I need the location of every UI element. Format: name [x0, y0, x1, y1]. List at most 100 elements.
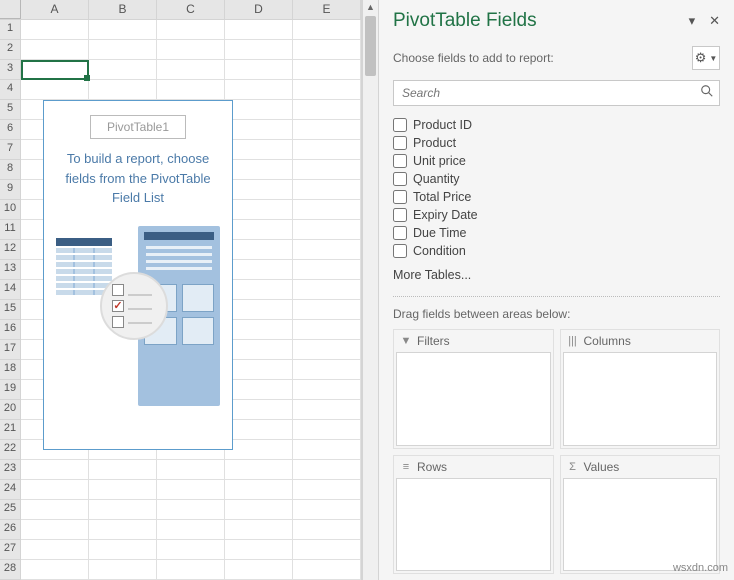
row-header[interactable]: 20 — [0, 400, 21, 420]
cell[interactable] — [89, 460, 157, 480]
row-header[interactable]: 24 — [0, 480, 21, 500]
field-item[interactable]: Total Price — [393, 188, 720, 206]
field-item[interactable]: Product — [393, 134, 720, 152]
pivottable-placeholder[interactable]: PivotTable1 To build a report, choose fi… — [43, 100, 233, 450]
row-header[interactable]: 7 — [0, 140, 21, 160]
cell[interactable] — [225, 560, 293, 580]
row-header[interactable]: 21 — [0, 420, 21, 440]
row-header[interactable]: 9 — [0, 180, 21, 200]
cell[interactable] — [157, 480, 225, 500]
cell[interactable] — [293, 420, 361, 440]
cell[interactable] — [225, 380, 293, 400]
pane-menu-icon[interactable]: ▾ — [689, 13, 696, 29]
field-item[interactable]: Condition — [393, 242, 720, 260]
cell[interactable] — [293, 240, 361, 260]
more-tables-link[interactable]: More Tables... — [393, 260, 720, 286]
cell[interactable] — [225, 120, 293, 140]
cell[interactable] — [293, 460, 361, 480]
field-item[interactable]: Unit price — [393, 152, 720, 170]
cell[interactable] — [21, 20, 89, 40]
cell[interactable] — [225, 260, 293, 280]
cell[interactable] — [293, 40, 361, 60]
cell[interactable] — [21, 60, 89, 80]
cell[interactable] — [89, 520, 157, 540]
cell[interactable] — [293, 320, 361, 340]
field-checkbox[interactable] — [393, 136, 407, 150]
column-header[interactable]: A — [21, 0, 89, 19]
cell[interactable] — [293, 400, 361, 420]
cell[interactable] — [225, 320, 293, 340]
cell[interactable] — [89, 40, 157, 60]
cell[interactable] — [157, 520, 225, 540]
cell[interactable] — [225, 300, 293, 320]
cell[interactable] — [21, 520, 89, 540]
row-header[interactable]: 23 — [0, 460, 21, 480]
cell[interactable] — [293, 340, 361, 360]
row-header[interactable]: 18 — [0, 360, 21, 380]
field-item[interactable]: Due Time — [393, 224, 720, 242]
row-header[interactable]: 12 — [0, 240, 21, 260]
cell[interactable] — [293, 300, 361, 320]
cell[interactable] — [225, 540, 293, 560]
field-checkbox[interactable] — [393, 208, 407, 222]
filters-area[interactable]: ▼Filters — [393, 329, 554, 449]
cell[interactable] — [225, 420, 293, 440]
cell[interactable] — [89, 480, 157, 500]
cell[interactable] — [225, 480, 293, 500]
cell[interactable] — [293, 180, 361, 200]
row-header[interactable]: 4 — [0, 80, 21, 100]
cell[interactable] — [157, 60, 225, 80]
cell[interactable] — [293, 520, 361, 540]
cell[interactable] — [89, 60, 157, 80]
row-header[interactable]: 8 — [0, 160, 21, 180]
cell[interactable] — [225, 200, 293, 220]
select-all-corner[interactable] — [0, 0, 21, 19]
cell[interactable] — [21, 460, 89, 480]
row-header[interactable]: 5 — [0, 100, 21, 120]
row-header[interactable]: 19 — [0, 380, 21, 400]
cell[interactable] — [225, 340, 293, 360]
field-item[interactable]: Expiry Date — [393, 206, 720, 224]
cell[interactable] — [21, 40, 89, 60]
field-item[interactable]: Quantity — [393, 170, 720, 188]
cell[interactable] — [293, 500, 361, 520]
cell[interactable] — [293, 100, 361, 120]
field-checkbox[interactable] — [393, 118, 407, 132]
columns-area[interactable]: |||Columns — [560, 329, 721, 449]
cell[interactable] — [293, 140, 361, 160]
cell[interactable] — [157, 500, 225, 520]
cell[interactable] — [293, 20, 361, 40]
cell[interactable] — [225, 80, 293, 100]
cell[interactable] — [225, 160, 293, 180]
cell[interactable] — [293, 440, 361, 460]
row-header[interactable]: 11 — [0, 220, 21, 240]
search-input[interactable] — [393, 80, 720, 106]
cell[interactable] — [225, 100, 293, 120]
cell[interactable] — [293, 380, 361, 400]
close-icon[interactable]: ✕ — [709, 13, 720, 29]
cell[interactable] — [225, 400, 293, 420]
column-header[interactable]: B — [89, 0, 157, 19]
cell[interactable] — [89, 560, 157, 580]
vertical-scrollbar[interactable] — [362, 0, 378, 580]
cell[interactable] — [89, 20, 157, 40]
cell[interactable] — [225, 240, 293, 260]
cell[interactable] — [225, 180, 293, 200]
row-header[interactable]: 17 — [0, 340, 21, 360]
cell[interactable] — [293, 160, 361, 180]
rows-area[interactable]: ≡Rows — [393, 455, 554, 575]
field-checkbox[interactable] — [393, 226, 407, 240]
cell[interactable] — [89, 80, 157, 100]
cell[interactable] — [293, 220, 361, 240]
column-header[interactable]: C — [157, 0, 225, 19]
cell[interactable] — [293, 120, 361, 140]
cell[interactable] — [293, 360, 361, 380]
cell[interactable] — [225, 440, 293, 460]
cell[interactable] — [293, 560, 361, 580]
row-header[interactable]: 22 — [0, 440, 21, 460]
cell[interactable] — [293, 540, 361, 560]
layout-options-button[interactable]: ⚙▼ — [692, 46, 720, 70]
row-header[interactable]: 10 — [0, 200, 21, 220]
row-header[interactable]: 28 — [0, 560, 21, 580]
cell[interactable] — [293, 60, 361, 80]
